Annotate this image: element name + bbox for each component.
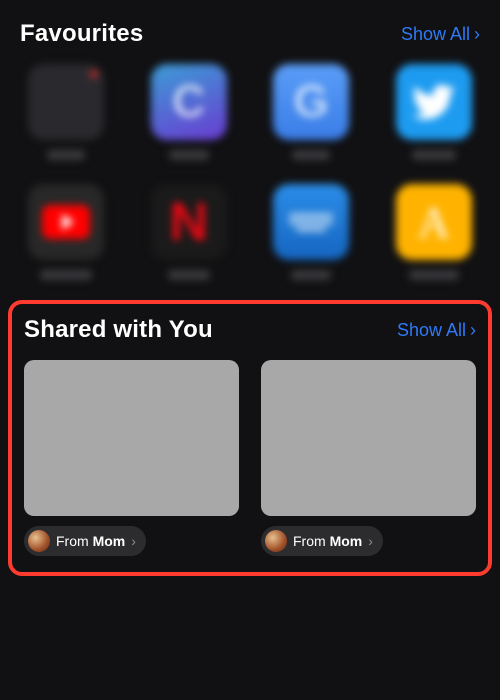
favourite-item-twitter[interactable]: [388, 64, 481, 160]
shared-show-all-label: Show All: [397, 320, 466, 341]
favourites-show-all-label: Show All: [401, 24, 470, 45]
youtube-icon: [28, 184, 104, 260]
favourites-title: Favourites: [20, 20, 143, 48]
work-folder-icon: [28, 64, 104, 140]
prime-video-icon: [273, 184, 349, 260]
favourite-label: [47, 150, 85, 160]
favourite-item-gmail[interactable]: G: [265, 64, 358, 160]
favourite-label: [291, 270, 331, 280]
favourite-label: [292, 150, 330, 160]
chevron-right-icon: ›: [474, 25, 480, 43]
favourite-label: [40, 270, 92, 280]
favourite-item-work[interactable]: [20, 64, 113, 160]
favourite-label: [169, 150, 209, 160]
shared-title: Shared with You: [24, 316, 213, 344]
shared-header: Shared with You Show All ›: [24, 316, 476, 344]
from-contact-pill[interactable]: From Mom ›: [24, 526, 146, 556]
shared-card[interactable]: From Mom ›: [24, 360, 239, 556]
chevron-right-icon: ›: [368, 533, 373, 549]
favourite-item-amazon[interactable]: A: [388, 184, 481, 280]
chevron-right-icon: ›: [131, 533, 136, 549]
favourites-show-all-button[interactable]: Show All ›: [401, 24, 480, 45]
from-label: From Mom: [293, 533, 362, 549]
favourites-grid: C G N: [20, 64, 480, 280]
favourites-header: Favourites Show All ›: [20, 20, 480, 48]
shared-thumbnail: [261, 360, 476, 516]
favourite-item-youtube[interactable]: [20, 184, 113, 280]
shared-card[interactable]: From Mom ›: [261, 360, 476, 556]
twitter-icon: [396, 64, 472, 140]
google-icon: G: [273, 64, 349, 140]
favourite-label: [412, 150, 456, 160]
from-contact-pill[interactable]: From Mom ›: [261, 526, 383, 556]
favourite-item-prime[interactable]: [265, 184, 358, 280]
netflix-icon: N: [151, 184, 227, 260]
shared-thumbnail: [24, 360, 239, 516]
chevron-right-icon: ›: [470, 321, 476, 339]
amazon-icon: A: [396, 184, 472, 260]
shared-cards-row: From Mom › From Mom ›: [24, 360, 476, 556]
favourite-label: [168, 270, 210, 280]
favourites-section: Favourites Show All › C G: [0, 0, 500, 280]
shared-show-all-button[interactable]: Show All ›: [397, 320, 476, 341]
favourite-item-netflix[interactable]: N: [143, 184, 236, 280]
canva-icon: C: [151, 64, 227, 140]
favourite-label: [409, 270, 459, 280]
avatar-icon: [28, 530, 50, 552]
from-label: From Mom: [56, 533, 125, 549]
avatar-icon: [265, 530, 287, 552]
shared-with-you-section: Shared with You Show All › From Mom › Fr…: [8, 300, 492, 576]
favourite-item-canva[interactable]: C: [143, 64, 236, 160]
